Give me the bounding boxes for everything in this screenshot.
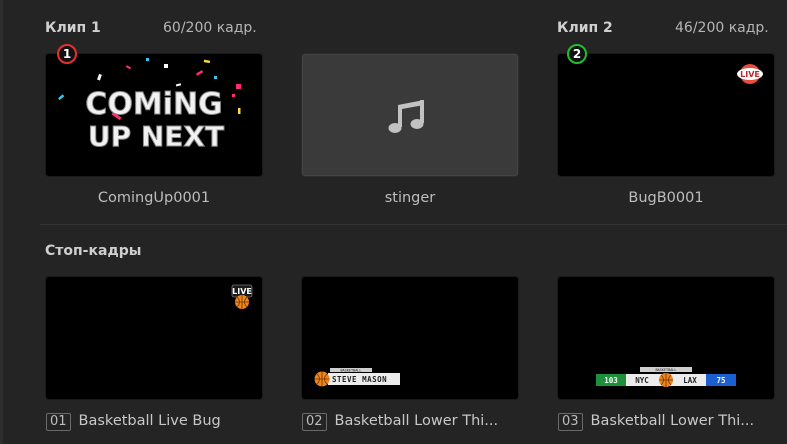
media-pool-panel: Клип 1 60/200 кадр. Клип 2 46/200 кадр. … [0, 0, 787, 444]
still-name-01: Basketball Live Bug [78, 413, 221, 429]
still3-team-away: LAX [683, 376, 697, 385]
still-label-02: 02 Basketball Lower Thi... [302, 413, 498, 431]
clip2-thumbnail[interactable]: LIVE [558, 54, 774, 176]
clip1-thumbnail[interactable]: COMiNG UP NEXT [46, 54, 262, 176]
clip2-badge: 2 [567, 44, 587, 64]
clip1-art-line1: COMiNG [85, 87, 222, 122]
clip1-frames-count: 60/200 кадр. [163, 20, 257, 36]
lower-third-graphic: BASKETBALL STEVE MASON [302, 277, 518, 399]
still3-score-home: 103 [604, 376, 618, 385]
clip1-title: Клип 1 [45, 20, 101, 36]
stinger-thumbnail[interactable] [302, 54, 518, 176]
still-name-03: Basketball Lower Thi... [590, 413, 755, 429]
still3-small-text: BASKETBALL [655, 368, 676, 372]
clip2-title: Клип 2 [557, 20, 613, 36]
clip2-frames-count: 46/200 кадр. [675, 20, 769, 36]
still-thumbnail-03[interactable]: BASKETBALL 103 NYC LAX 75 [558, 277, 774, 399]
still-label-03: 03 Basketball Lower Thi... [558, 413, 754, 431]
clip2-live-text: LIVE [740, 70, 760, 79]
still-thumbnail-01[interactable]: LIVE [46, 277, 262, 399]
still3-score-away: 75 [716, 376, 725, 385]
still3-team-home: NYC [635, 376, 649, 385]
stinger-name: stinger [384, 190, 436, 206]
still-label-01: 01 Basketball Live Bug [46, 413, 221, 431]
section-divider [40, 224, 787, 225]
still-thumbnail-02[interactable]: BASKETBALL STEVE MASON [302, 277, 518, 399]
still-name-02: Basketball Lower Thi... [334, 413, 499, 429]
live-bug-still-graphic: LIVE [46, 277, 262, 399]
still-number-02: 02 [302, 413, 327, 431]
clip1-badge: 1 [57, 44, 77, 64]
live-bug-graphic: LIVE [558, 54, 774, 176]
still2-name-text: STEVE MASON [332, 375, 387, 384]
still1-live-text: LIVE [232, 287, 252, 296]
music-note-icon [388, 100, 424, 133]
still2-small-text: BASKETBALL [340, 369, 361, 373]
still-number-03: 03 [558, 413, 583, 431]
clip1-name: ComingUp0001 [97, 190, 211, 206]
clip2-name: BugB0001 [628, 190, 704, 206]
still-number-01: 01 [46, 413, 71, 431]
scoreboard-graphic: BASKETBALL 103 NYC LAX 75 [558, 277, 774, 399]
coming-up-next-graphic: COMiNG UP NEXT [46, 54, 262, 176]
stills-title: Стоп-кадры [45, 243, 142, 259]
clip1-art-line2: UP NEXT [88, 120, 224, 153]
